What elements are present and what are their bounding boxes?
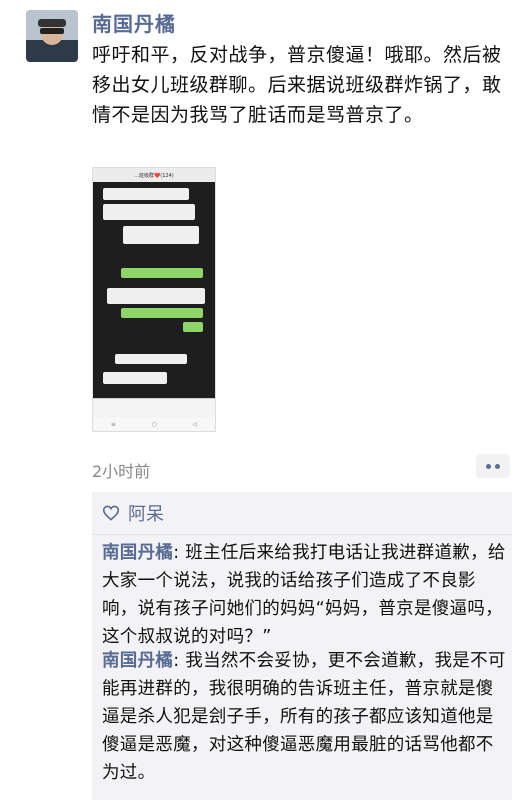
comment-colon: : xyxy=(173,651,186,671)
chat-bubble xyxy=(121,308,203,318)
avatar[interactable] xyxy=(26,10,78,62)
divider xyxy=(92,534,512,535)
comment-author[interactable]: 南国丹橘 xyxy=(102,543,173,563)
post-image[interactable]: ...班级群❤️(124) ≡ ○ ◁ xyxy=(92,167,216,432)
chat-bubble xyxy=(103,188,189,200)
post-time: 2小时前 xyxy=(92,462,151,481)
chat-bubble xyxy=(183,322,203,332)
comment-author[interactable]: 南国丹橘 xyxy=(102,651,173,671)
comment-colon: : xyxy=(173,543,186,563)
comment[interactable]: 南国丹橘: 班主任后来给我打电话让我进群道歉，给大家一个说法，说我的话给孩子们造… xyxy=(102,539,507,651)
chat-bubble xyxy=(121,268,203,278)
post-author[interactable]: 南国丹橘 xyxy=(92,8,176,37)
dot-icon xyxy=(495,463,500,469)
chat-bubble xyxy=(107,288,205,304)
chat-bubble xyxy=(123,226,199,244)
comment[interactable]: 南国丹橘: 我当然不会妥协，更不会道歉，我是不可能再进群的，我很明确的告诉班主任… xyxy=(102,647,507,787)
chat-input-bar xyxy=(93,398,215,417)
nav-home-icon: ○ xyxy=(151,420,157,428)
likes-row: 阿呆 xyxy=(102,500,164,526)
nav-back-icon: ◁ xyxy=(192,420,198,428)
chat-title: ...班级群❤️(124) xyxy=(93,168,215,182)
chat-messages xyxy=(97,186,211,399)
avatar-image xyxy=(26,10,78,62)
post-text: 呼吁和平，反对战争，普京傻逼！哦耶。然后被移出女儿班级群聊。后来据说班级群炸锅了… xyxy=(92,44,502,126)
interaction-panel: 阿呆 南国丹橘: 班主任后来给我打电话让我进群道歉，给大家一个说法，说我的话给孩… xyxy=(92,492,512,800)
dot-icon xyxy=(486,463,491,469)
chat-bubble xyxy=(103,204,195,220)
heart-icon xyxy=(102,505,120,521)
more-options-button[interactable] xyxy=(476,454,510,478)
nav-recent-icon: ≡ xyxy=(110,420,116,428)
phone-nav-bar: ≡ ○ ◁ xyxy=(93,417,215,431)
like-name[interactable]: 阿呆 xyxy=(128,500,164,526)
chat-bubble xyxy=(115,354,187,364)
chat-bubble xyxy=(103,372,167,384)
